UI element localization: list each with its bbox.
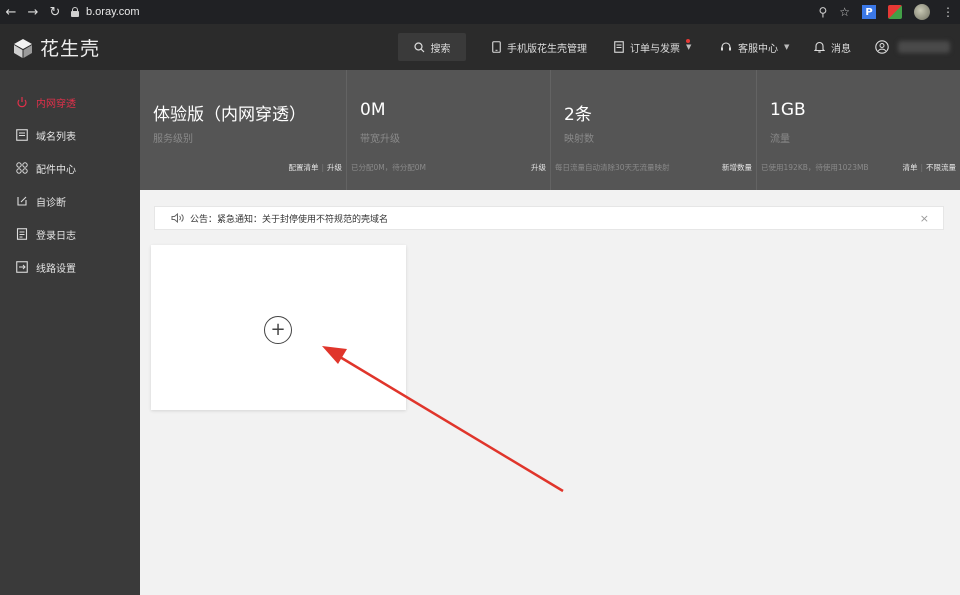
sidebar-item-accessories[interactable]: 配件中心: [16, 158, 76, 178]
stat-label: 映射数: [564, 134, 594, 145]
nav-orders[interactable]: 订单与发票 ▼: [614, 24, 691, 70]
arrow-left-icon[interactable]: ←: [0, 0, 22, 24]
logo[interactable]: 花生壳: [12, 34, 100, 61]
stat-value: 2条: [564, 105, 592, 125]
address-bar[interactable]: b.oray.com: [70, 0, 140, 24]
reload-icon[interactable]: ↻: [44, 0, 66, 24]
extension-color-icon[interactable]: [888, 5, 902, 19]
traffic-list-link[interactable]: 清单: [902, 162, 917, 173]
search-icon: [413, 41, 424, 52]
document-icon: [614, 41, 624, 53]
announcement-bar: 公告：紧急通知：关于封停使用不符规范的壳域名 ×: [154, 206, 944, 230]
stat-value: 0M: [360, 100, 386, 120]
nav-mobile[interactable]: 手机版花生壳管理: [492, 24, 587, 70]
user-icon: [875, 40, 889, 54]
headset-icon: [721, 42, 731, 51]
announcement-text[interactable]: 公告：紧急通知：关于封停使用不符规范的壳域名: [190, 212, 388, 225]
nav-mobile-label: 手机版花生壳管理: [507, 43, 587, 55]
sidebar-item-label: 线路设置: [36, 263, 76, 275]
search-button[interactable]: 搜索: [398, 33, 466, 61]
lock-icon: [70, 6, 80, 18]
speaker-icon: [171, 213, 184, 223]
sidebar-item-label: 自诊断: [36, 197, 66, 209]
add-circle-icon[interactable]: +: [264, 316, 292, 344]
sidebar-item-intranet[interactable]: 内网穿透: [16, 92, 76, 112]
sidebar: 内网穿透 域名列表 配件中心 自诊断 登录日志 线路设置: [0, 70, 140, 595]
stat-foot-text: 每日流量自动清除30天无流量映射: [555, 163, 670, 172]
nav-service[interactable]: 客服中心 ▼: [720, 24, 789, 70]
nav-messages-label: 消息: [831, 43, 851, 55]
new-badge-dot: [686, 39, 690, 43]
browser-profile-avatar[interactable]: [914, 4, 930, 20]
key-icon[interactable]: ⚲: [818, 5, 827, 19]
url-text[interactable]: b.oray.com: [86, 6, 140, 18]
sidebar-item-login-log[interactable]: 登录日志: [16, 224, 76, 244]
add-mapping-card[interactable]: +: [151, 245, 406, 410]
stat-footer: 已分配0M，待分配0M 升级: [351, 162, 546, 173]
unlimited-traffic-link[interactable]: 不限流量: [926, 162, 956, 173]
sidebar-item-diagnose[interactable]: 自诊断: [16, 191, 66, 211]
upgrade-link[interactable]: 升级: [327, 162, 342, 173]
sidebar-item-route[interactable]: 线路设置: [16, 257, 76, 277]
stat-label: 带宽升级: [360, 134, 400, 145]
more-vert-icon[interactable]: ⋮: [942, 5, 954, 19]
stat-footer: 已使用192KB，待使用1023MB 清单 | 不限流量: [761, 162, 956, 173]
stat-footer: 每日流量自动清除30天无流量映射 新增数量: [555, 162, 752, 173]
nav-orders-label: 订单与发票: [630, 43, 680, 55]
star-icon[interactable]: ☆: [839, 5, 850, 19]
add-quantity-link[interactable]: 新增数量: [722, 162, 752, 173]
stat-traffic: 1GB 流量 已使用192KB，待使用1023MB 清单 | 不限流量: [757, 70, 960, 190]
route-icon: [16, 261, 28, 273]
phone-icon: [492, 41, 501, 53]
intranet-icon: [16, 96, 28, 108]
upgrade-link[interactable]: 升级: [531, 162, 546, 173]
stat-label: 服务级别: [153, 134, 193, 145]
stat-value: 体验版（内网穿透）: [153, 105, 306, 125]
app-header: 花生壳 搜索 手机版花生壳管理 订单与发票 ▼ 客服中心 ▼ 消息: [0, 24, 960, 70]
username-blurred[interactable]: [898, 41, 950, 53]
log-icon: [16, 228, 28, 240]
arrow-right-icon[interactable]: →: [22, 0, 44, 24]
nav-service-label: 客服中心: [738, 43, 778, 55]
nav-messages[interactable]: 消息: [814, 24, 851, 70]
list-icon: [16, 129, 28, 141]
service-stats: 体验版（内网穿透） 服务级别 配置清单 | 升级 0M 带宽升级 已分配0M，待…: [140, 70, 960, 190]
stat-bandwidth: 0M 带宽升级 已分配0M，待分配0M 升级: [347, 70, 551, 190]
logo-text: 花生壳: [40, 38, 101, 60]
sidebar-item-label: 域名列表: [36, 131, 76, 143]
extension-p-icon[interactable]: P: [862, 5, 876, 19]
stat-mappings: 2条 映射数 每日流量自动清除30天无流量映射 新增数量: [551, 70, 757, 190]
close-icon[interactable]: ×: [920, 212, 929, 225]
user-menu[interactable]: [875, 24, 889, 70]
stat-foot-text: 已分配0M，待分配0M: [351, 163, 426, 172]
stat-service-level: 体验版（内网穿透） 服务级别 配置清单 | 升级: [140, 70, 347, 190]
stat-value: 1GB: [770, 100, 806, 120]
chevron-down-icon: ▼: [784, 43, 790, 51]
stat-foot-text: 已使用192KB，待使用1023MB: [761, 163, 869, 172]
sidebar-item-label: 登录日志: [36, 230, 76, 242]
browser-actions: ⚲ ☆ P ⋮: [818, 0, 954, 24]
grid-icon: [16, 162, 28, 174]
stat-label: 流量: [770, 134, 790, 145]
diagnose-icon: [16, 195, 28, 207]
browser-toolbar: ← → ↻ b.oray.com ⚲ ☆ P ⋮: [0, 0, 960, 24]
chevron-down-icon: ▼: [686, 43, 692, 51]
bell-icon: [814, 41, 825, 53]
sidebar-item-label: 内网穿透: [36, 98, 76, 110]
stat-footer: 配置清单 | 升级: [288, 162, 342, 173]
search-label: 搜索: [430, 43, 451, 55]
sidebar-item-domains[interactable]: 域名列表: [16, 125, 76, 145]
logo-cube-icon: [12, 37, 34, 59]
sidebar-item-label: 配件中心: [36, 164, 76, 176]
config-list-link[interactable]: 配置清单: [288, 162, 318, 173]
